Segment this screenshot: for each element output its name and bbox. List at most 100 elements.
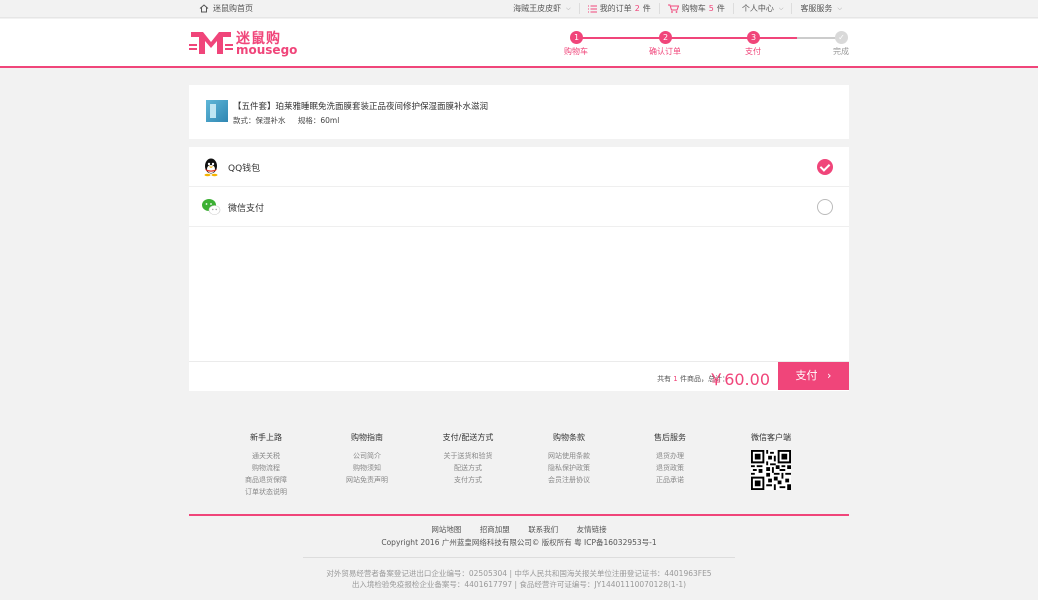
qq-penguin-icon [204, 158, 218, 177]
footer-link[interactable]: 订单状态说明 [216, 486, 316, 498]
product-size: 规格：60ml [297, 116, 340, 125]
pay-button[interactable]: 支付 › [778, 362, 849, 390]
footer-link[interactable]: 网站使用条款 [519, 450, 619, 462]
home-link-label: 迷鼠购首页 [213, 4, 253, 13]
footer-links: 网站地图 招商加盟 联系我们 友情链接 [0, 524, 1038, 535]
payment-summary-bar: 共有 1 件商品，总计： ￥60.00 支付 › [189, 361, 849, 391]
footer-column-title: 购物条款 [553, 433, 585, 442]
pay-button-label: 支付 [795, 369, 818, 382]
radio-unselected-icon[interactable] [817, 199, 833, 215]
step-2-dot: 2 [659, 31, 672, 44]
footer-link[interactable]: 商品退货保障 [216, 474, 316, 486]
logo[interactable]: 迷鼠购 mousego [189, 28, 297, 58]
footer-divider [189, 514, 849, 516]
order-product: 【五件套】珀莱雅睡眠免洗面膜套装正品夜间修护保湿面膜补水滋润 款式：保湿补水 规… [189, 85, 849, 139]
payment-panel: QQ钱包 微信支付 共有 1 件商品，总计： ￥60.00 支付 › [189, 147, 849, 391]
chevron-down-icon: ⌵ [778, 4, 784, 12]
service-menu[interactable]: 客服服务 ⌵ [791, 3, 850, 14]
wechat-icon [202, 199, 221, 215]
top-bar-menu: 海贼王皮皮虾 ⌵ 我的订单 2 件 购物车 5 件 个人中心 ⌵ 客服服务 ⌵ [505, 3, 850, 14]
step-4-dot: ✓ [835, 31, 848, 44]
username: 海贼王皮皮虾 [513, 4, 562, 13]
footer-link[interactable]: 支付方式 [418, 474, 518, 486]
payment-option-wechat[interactable]: 微信支付 [189, 187, 849, 227]
footer-link[interactable]: 网站免责声明 [317, 474, 417, 486]
progress-line [665, 37, 753, 39]
footer-link[interactable]: 隐私保护政策 [519, 462, 619, 474]
cart-icon [667, 4, 679, 13]
footer-column: 购物指南 公司简介 购物须知 网站免责声明 [317, 432, 417, 486]
user-center-menu[interactable]: 个人中心 ⌵ [732, 3, 792, 14]
footer-column: 支付/配送方式 关于送货和验货 配送方式 支付方式 [418, 432, 518, 486]
orders-unit: 件 [642, 4, 651, 13]
footer-link[interactable]: 关于送货和验货 [418, 450, 518, 462]
copyright: Copyright 2016 广州蓝皇网络科技有限公司© 版权所有 粤 ICP备… [381, 538, 657, 547]
payment-option-name: 微信支付 [228, 204, 265, 214]
checkout-progress: 1 购物车 2 确认订单 3 支付 ✓ 完成 [564, 30, 849, 60]
top-bar: 迷鼠购首页 海贼王皮皮虾 ⌵ 我的订单 2 件 购物车 5 件 个人中心 ⌵ 客服服务 … [0, 0, 1038, 18]
footer-column: 新手上路 通关关税 购物流程 商品退货保障 订单状态说明 [216, 432, 316, 498]
step-2-label: 确认订单 [649, 47, 681, 56]
cart-link[interactable]: 购物车 5 件 [658, 3, 733, 14]
step-3-dot: 3 [747, 31, 760, 44]
cart-unit: 件 [716, 4, 725, 13]
footer-link[interactable]: 公司简介 [317, 450, 417, 462]
footer-link[interactable]: 会员注册协议 [519, 474, 619, 486]
footer-columns: 新手上路 通关关税 购物流程 商品退货保障 订单状态说明 购物指南 公司简介 购… [189, 432, 849, 502]
footer-column-title: 购物指南 [351, 433, 383, 442]
payment-option-name: QQ钱包 [228, 164, 261, 174]
footer-column: 微信客户端 [721, 432, 821, 494]
summary-count: 1 [673, 375, 678, 383]
chevron-right-icon: › [827, 369, 832, 382]
progress-line [576, 37, 665, 39]
footer-link[interactable]: 购物流程 [216, 462, 316, 474]
qr-code-icon [751, 450, 791, 490]
footer-column-title: 新手上路 [250, 433, 282, 442]
summary-prefix: 共有 [657, 375, 672, 383]
footer-link[interactable]: 通关关税 [216, 450, 316, 462]
product-thumbnail[interactable] [206, 100, 228, 122]
step-3-label: 支付 [745, 47, 761, 56]
logo-text-en: mousego [236, 43, 298, 57]
my-orders-link[interactable]: 我的订单 2 件 [578, 3, 659, 14]
footer-divider-thin [303, 557, 735, 558]
user-center-label: 个人中心 [741, 4, 774, 13]
step-1-dot: 1 [570, 31, 583, 44]
product-title[interactable]: 【五件套】珀莱雅睡眠免洗面膜套装正品夜间修护保湿面膜补水滋润 [233, 100, 488, 112]
footer-link[interactable]: 退货政策 [620, 462, 720, 474]
chevron-down-icon: ⌵ [837, 4, 842, 12]
footer-link-sitemap[interactable]: 网站地图 [431, 525, 461, 534]
license-info: 对外贸易经营者备案登记进出口企业编号：02505304 | 中华人民共和国海关报… [326, 569, 712, 578]
cart-label: 购物车 [681, 4, 706, 13]
orders-count: 2 [634, 4, 640, 13]
chevron-down-icon: ⌵ [566, 4, 571, 12]
list-icon [587, 5, 597, 12]
footer-link-friends[interactable]: 友情链接 [577, 525, 607, 534]
orders-label: 我的订单 [599, 4, 632, 13]
header: 迷鼠购 mousego 1 购物车 2 确认订单 3 支付 ✓ 完成 [0, 19, 1038, 68]
logo-mark-icon [189, 32, 233, 54]
home-icon [199, 4, 209, 13]
payment-option-qq[interactable]: QQ钱包 [189, 147, 849, 187]
total-amount: ￥60.00 [708, 370, 770, 389]
footer-link-contact[interactable]: 联系我们 [528, 525, 558, 534]
step-4-label: 完成 [833, 47, 849, 56]
license-info: 出入境检验免疫报检企业备案号：4401617797 | 食品经营许可证编号：JY… [351, 580, 687, 589]
radio-selected-icon[interactable] [817, 159, 833, 175]
service-label: 客服服务 [800, 4, 833, 13]
step-1-label: 购物车 [564, 47, 588, 56]
footer-link[interactable]: 购物须知 [317, 462, 417, 474]
footer-link[interactable]: 配送方式 [418, 462, 518, 474]
footer-link-join[interactable]: 招商加盟 [480, 525, 510, 534]
footer-link[interactable]: 退货办理 [620, 450, 720, 462]
product-spec: 款式：保湿补水 规格：60ml [233, 115, 349, 126]
footer-column-title: 售后服务 [654, 433, 686, 442]
footer-column-title: 支付/配送方式 [442, 433, 494, 442]
username-menu[interactable]: 海贼王皮皮虾 ⌵ [505, 3, 579, 14]
home-link[interactable]: 迷鼠购首页 [199, 3, 253, 14]
footer-column-title: 微信客户端 [751, 433, 791, 442]
product-style: 款式：保湿补水 [233, 116, 286, 125]
footer-column: 购物条款 网站使用条款 隐私保护政策 会员注册协议 [519, 432, 619, 486]
cart-count: 5 [708, 4, 714, 13]
footer-link[interactable]: 正品承诺 [620, 474, 720, 486]
